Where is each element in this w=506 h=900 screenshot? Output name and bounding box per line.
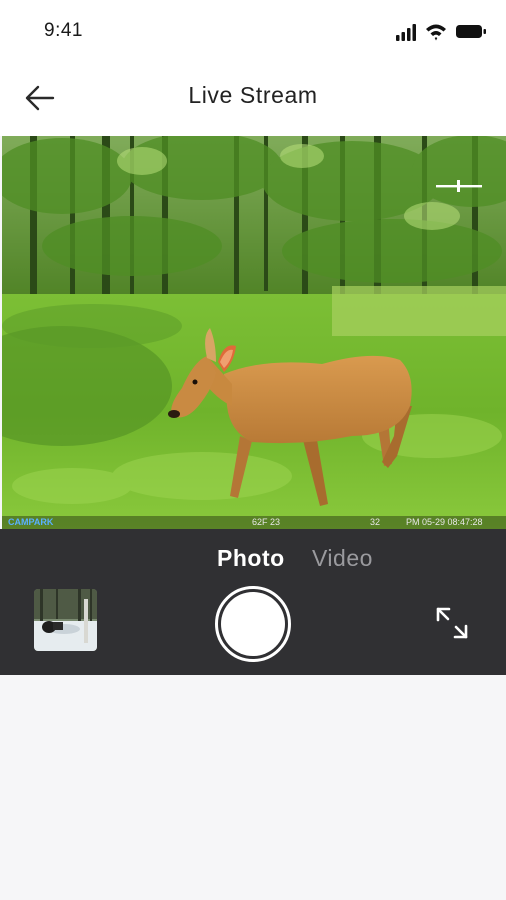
fullscreen-button[interactable] [432, 603, 472, 643]
header-bar: Live Stream [0, 62, 506, 136]
thumbnail-image [34, 589, 97, 651]
overlay-datetime: PM 05-29 08:47:28 [406, 517, 483, 527]
wifi-icon [426, 24, 446, 41]
camera-watermark: CAMPARK [8, 517, 54, 527]
live-stream-screen: 9:41 Live Stream CAMPARK 62F 23 32 PM 05… [0, 0, 506, 900]
shutter-icon [221, 592, 285, 656]
shutter-button[interactable] [215, 586, 291, 662]
zoom-indicator-icon [436, 180, 482, 192]
empty-content-area [0, 675, 506, 900]
last-capture-thumbnail[interactable] [34, 589, 97, 651]
camera-controls: Photo Video [0, 529, 506, 675]
battery-icon [456, 25, 486, 38]
tab-photo[interactable]: Photo [217, 545, 285, 572]
status-bar: 9:41 [0, 0, 506, 62]
overlay-temperature: 62F 23 [252, 517, 281, 527]
tab-video[interactable]: Video [312, 545, 373, 572]
status-icons [396, 24, 486, 41]
signal-icon [396, 24, 416, 41]
stream-image [2, 136, 506, 529]
status-time: 9:41 [44, 20, 83, 41]
expand-icon [436, 607, 468, 639]
live-stream-view[interactable]: CAMPARK 62F 23 32 PM 05-29 08:47:28 [2, 136, 506, 529]
overlay-moon: 32 [370, 517, 381, 527]
page-title: Live Stream [188, 82, 318, 108]
